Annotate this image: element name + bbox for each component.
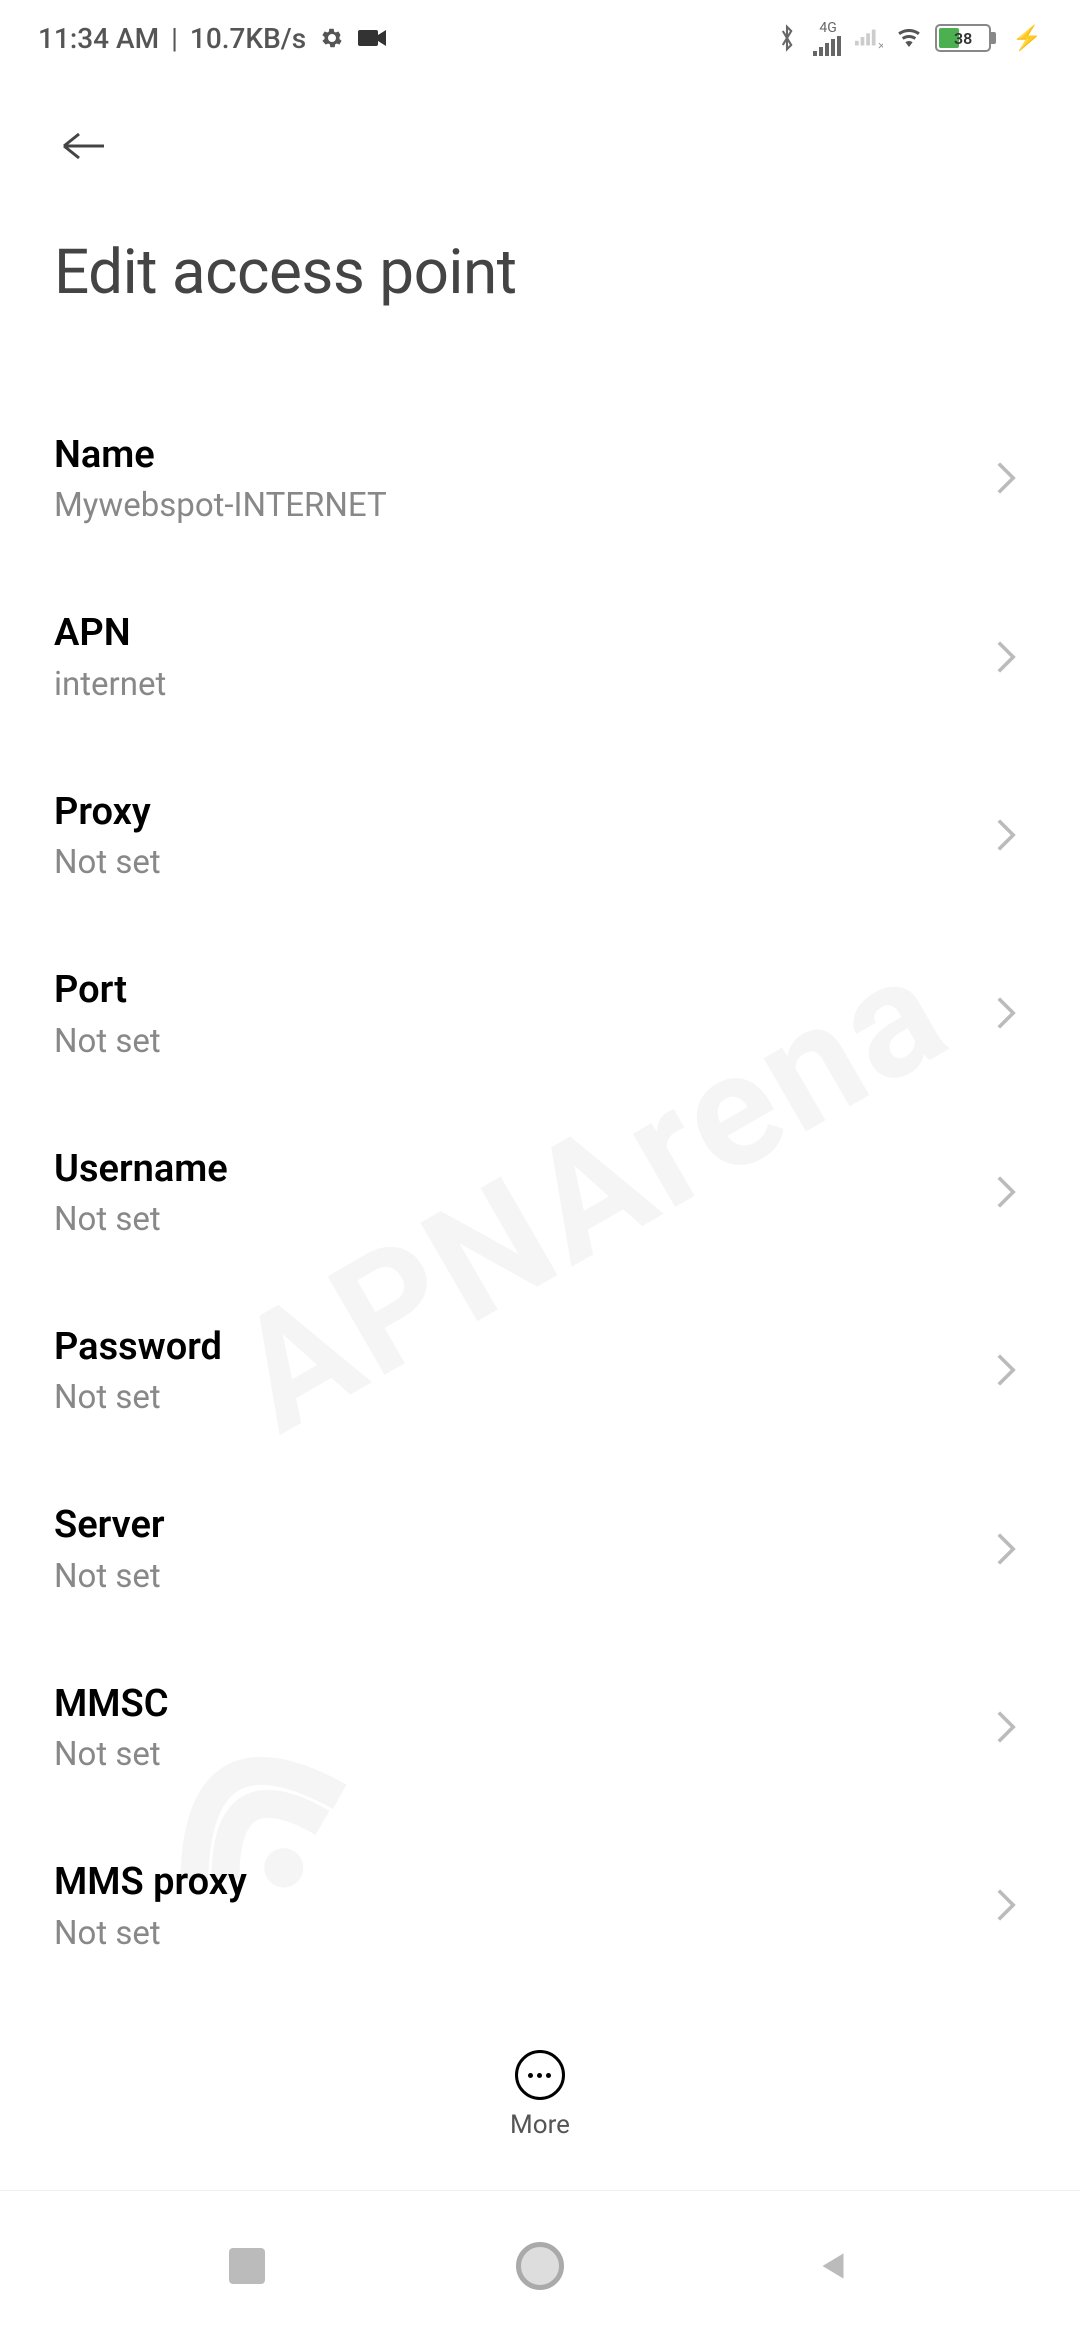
setting-mmsc[interactable]: MMSC Not set: [0, 1638, 1080, 1816]
chevron-right-icon: [986, 1531, 1026, 1567]
chevron-right-icon: [986, 460, 1026, 496]
chevron-right-icon: [986, 639, 1026, 675]
setting-label: MMS proxy: [54, 1858, 986, 1907]
status-bar: 11:34 AM | 10.7KB/s 4G ✕ 38: [0, 0, 1080, 66]
status-speed: 10.7KB/s: [190, 22, 306, 55]
setting-value: Not set: [54, 1735, 986, 1774]
square-icon: [229, 2248, 265, 2284]
gear-icon: [318, 24, 346, 52]
chevron-right-icon: [986, 1709, 1026, 1745]
setting-label: MMSC: [54, 1680, 986, 1729]
setting-label: Username: [54, 1145, 986, 1194]
setting-value: Not set: [54, 1557, 986, 1596]
camera-icon: [358, 24, 386, 52]
setting-mms-proxy[interactable]: MMS proxy Not set: [0, 1816, 1080, 1994]
charging-icon: ⚡: [1012, 24, 1042, 52]
battery-indicator: 38: [935, 24, 996, 52]
bottom-action-bar: More: [0, 2020, 1080, 2170]
setting-apn[interactable]: APN internet: [0, 567, 1080, 745]
setting-proxy[interactable]: Proxy Not set: [0, 746, 1080, 924]
chevron-right-icon: [986, 1174, 1026, 1210]
status-right: 4G ✕ 38 ⚡: [773, 20, 1042, 56]
wifi-icon: [895, 24, 923, 52]
header: Edit access point: [0, 66, 1080, 319]
signal-4g-icon: 4G: [813, 20, 843, 56]
setting-server[interactable]: Server Not set: [0, 1459, 1080, 1637]
setting-value: Not set: [54, 1200, 986, 1239]
setting-name[interactable]: Name Mywebspot-INTERNET: [0, 389, 1080, 567]
setting-value: internet: [54, 665, 986, 704]
status-left: 11:34 AM | 10.7KB/s: [38, 22, 386, 55]
setting-value: Not set: [54, 843, 986, 882]
more-button[interactable]: More: [510, 2050, 570, 2140]
chevron-right-icon: [986, 1887, 1026, 1923]
nav-recents-button[interactable]: [217, 2236, 277, 2296]
circle-icon: [516, 2242, 564, 2290]
setting-value: Not set: [54, 1378, 986, 1417]
nav-back-button[interactable]: [803, 2236, 863, 2296]
nav-home-button[interactable]: [510, 2236, 570, 2296]
setting-label: Server: [54, 1501, 986, 1550]
bluetooth-icon: [773, 24, 801, 52]
status-time: 11:34 AM: [38, 22, 159, 55]
triangle-back-icon: [812, 2245, 854, 2287]
setting-value: Not set: [54, 1914, 986, 1953]
signal-nosim-icon: ✕: [855, 24, 883, 52]
setting-value: Not set: [54, 1022, 986, 1061]
more-label: More: [510, 2110, 570, 2140]
setting-label: APN: [54, 609, 986, 658]
chevron-right-icon: [986, 817, 1026, 853]
setting-value: Mywebspot-INTERNET: [54, 486, 986, 525]
setting-label: Name: [54, 431, 986, 480]
chevron-right-icon: [986, 1352, 1026, 1388]
more-icon: [515, 2050, 565, 2100]
page-title: Edit access point: [54, 236, 1026, 309]
svg-text:✕: ✕: [878, 41, 884, 50]
back-button[interactable]: [54, 116, 114, 176]
system-nav-bar: [0, 2190, 1080, 2340]
setting-password[interactable]: Password Not set: [0, 1281, 1080, 1459]
setting-label: Password: [54, 1323, 986, 1372]
settings-list: Name Mywebspot-INTERNET APN internet Pro…: [0, 319, 1080, 1995]
setting-port[interactable]: Port Not set: [0, 924, 1080, 1102]
chevron-right-icon: [986, 995, 1026, 1031]
status-divider: |: [171, 22, 178, 55]
setting-username[interactable]: Username Not set: [0, 1103, 1080, 1281]
setting-label: Port: [54, 966, 986, 1015]
setting-label: Proxy: [54, 788, 986, 837]
